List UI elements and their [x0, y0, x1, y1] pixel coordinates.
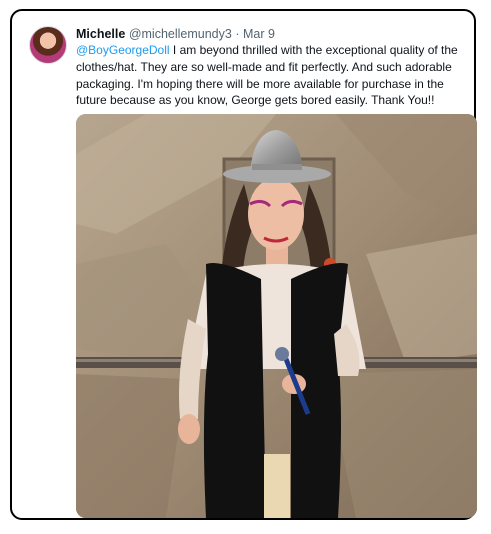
tweet-date[interactable]: Mar 9 [243, 27, 275, 41]
mention-link[interactable]: @BoyGeorgeDoll [76, 43, 170, 57]
author-name[interactable]: Michelle [76, 27, 125, 41]
tweet-header: Michelle @michellemundy3 · Mar 9 [76, 26, 275, 42]
separator-dot: · [235, 27, 240, 41]
tweet-card[interactable]: Michelle @michellemundy3 · Mar 9 @BoyGeo… [10, 9, 477, 520]
doll-photo-illustration [76, 114, 477, 518]
tweet-image[interactable] [76, 114, 477, 518]
author-handle[interactable]: @michellemundy3 [129, 27, 232, 41]
author-avatar[interactable] [29, 26, 67, 64]
tweet-text: @BoyGeorgeDoll I am beyond thrilled with… [76, 42, 476, 109]
